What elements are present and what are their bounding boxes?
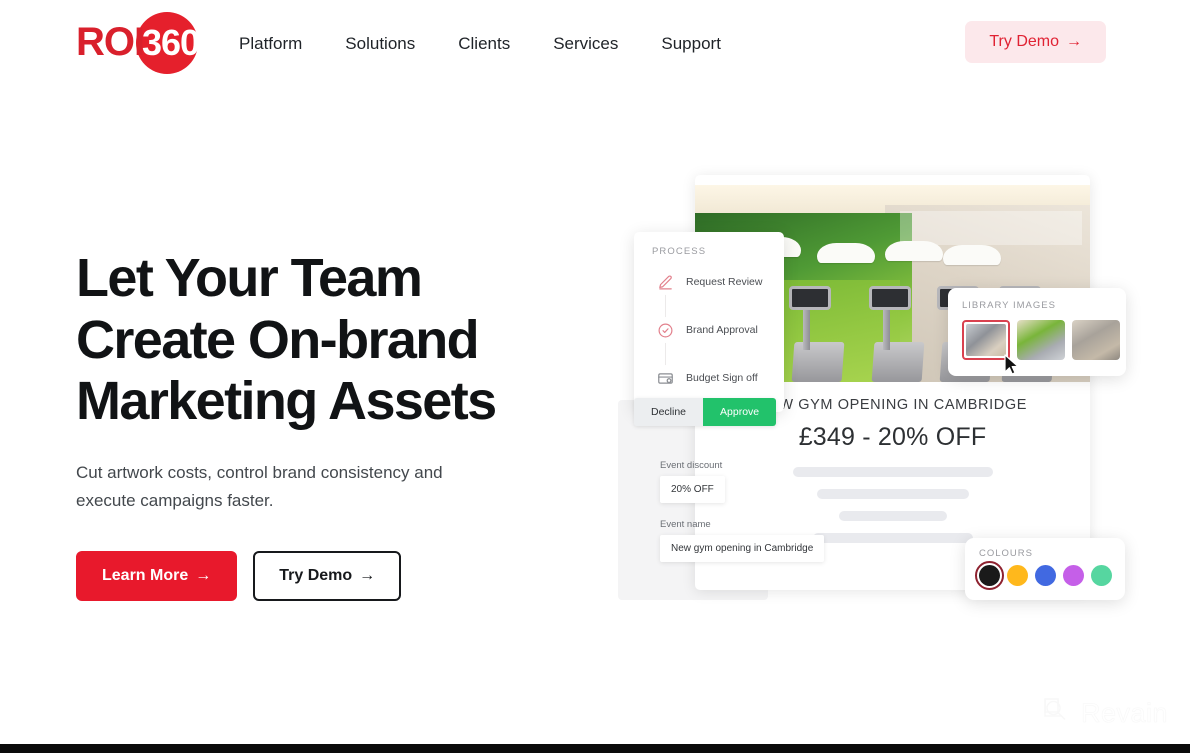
photo-mirror-band [900,211,1083,245]
event-form: Event discount 20% OFF Event name New gy… [660,460,890,562]
library-thumbnail-3[interactable] [1072,320,1120,360]
bottom-bar [0,744,1190,753]
colour-swatch-mint[interactable] [1091,565,1112,586]
process-step-budget-sign-off[interactable]: Budget Sign off [652,365,784,391]
event-discount-label: Event discount [660,460,723,471]
colour-swatch-black[interactable] [975,561,1004,590]
hero-text-block: Let Your Team Create On-brand Marketing … [76,248,576,601]
library-images-card: LIBRARY IMAGES [948,288,1126,376]
hero-try-demo-label: Try Demo [279,566,353,584]
header-try-demo-label: Try Demo [989,33,1059,50]
arrow-right-icon: → [359,566,376,584]
library-thumbnail-list [962,320,1126,360]
photo-umbrella [817,243,875,263]
main-navigation: Platform Solutions Clients Services Supp… [239,30,721,58]
colour-swatch-blue[interactable] [1035,565,1056,586]
photo-treadmill [789,274,847,382]
process-step-label: Brand Approval [686,324,758,336]
library-images-label: LIBRARY IMAGES [962,300,1056,311]
revain-watermark-text: Revain [1080,698,1168,729]
nav-item-services[interactable]: Services [553,30,618,58]
process-card-label: PROCESS [652,246,707,257]
approval-button-group: Decline Approve [634,398,777,426]
brand-logo[interactable]: ROI 360 [76,10,204,74]
colours-card: COLOURS [965,538,1125,600]
header-try-demo-button[interactable]: Try Demo → [965,21,1106,63]
event-name-label: Event name [660,519,711,530]
nav-item-support[interactable]: Support [661,30,721,58]
hero-product-mockup: NEW GYM OPENING IN CAMBRIDGE £349 - 20% … [610,170,1140,610]
logo-text-360: 360 [142,22,200,63]
revain-logo-icon [1042,696,1072,731]
hero-cta-row: Learn More → Try Demo → [76,550,576,601]
arrow-right-icon: → [195,566,212,584]
learn-more-label: Learn More [102,566,189,584]
colour-swatch-amber[interactable] [1007,565,1028,586]
hero-try-demo-button[interactable]: Try Demo → [253,550,402,601]
photo-umbrella [943,245,1001,265]
approve-button[interactable]: Approve [703,398,777,426]
site-header: ROI 360 Platform Solutions Clients Servi… [0,0,1190,88]
logo-text-roi: ROI [76,20,145,64]
process-step-brand-approval[interactable]: Brand Approval [652,317,784,343]
decline-button[interactable]: Decline [634,398,704,426]
check-circle-icon [652,317,678,343]
colour-swatch-purple[interactable] [1063,565,1084,586]
learn-more-button[interactable]: Learn More → [76,550,238,601]
process-card: PROCESS Request Review Brand Approval Bu… [634,232,784,412]
hero-subheadline: Cut artwork costs, control brand consist… [76,462,443,510]
mouse-cursor-icon [1003,354,1020,381]
headline-line-3: Marketing Assets [76,371,497,432]
page-title: Let Your Team Create On-brand Marketing … [76,248,576,433]
revain-watermark: Revain [1042,696,1168,731]
arrow-right-icon: → [1066,33,1082,50]
photo-umbrella [885,241,943,261]
nav-item-platform[interactable]: Platform [239,30,302,58]
process-step-request-review[interactable]: Request Review [652,269,784,295]
nav-item-solutions[interactable]: Solutions [345,30,415,58]
ad-price: £349 - 20% OFF [798,423,987,451]
pencil-icon [652,269,678,295]
colours-label: COLOURS [979,548,1033,559]
page-root: ROI 360 Platform Solutions Clients Servi… [0,0,1190,753]
headline-line-1: Let Your Team [76,248,423,308]
colour-swatch-list [975,561,1125,590]
nav-item-clients[interactable]: Clients [458,30,510,58]
process-step-label: Budget Sign off [686,372,758,384]
photo-treadmill [869,274,927,382]
event-discount-input[interactable]: 20% OFF [660,476,725,503]
process-step-label: Request Review [686,276,763,288]
budget-card-icon [652,365,678,391]
library-thumbnail-2[interactable] [1017,320,1065,360]
event-name-input[interactable]: New gym opening in Cambridge [660,535,825,562]
headline-line-2: Create On-brand [76,309,480,370]
